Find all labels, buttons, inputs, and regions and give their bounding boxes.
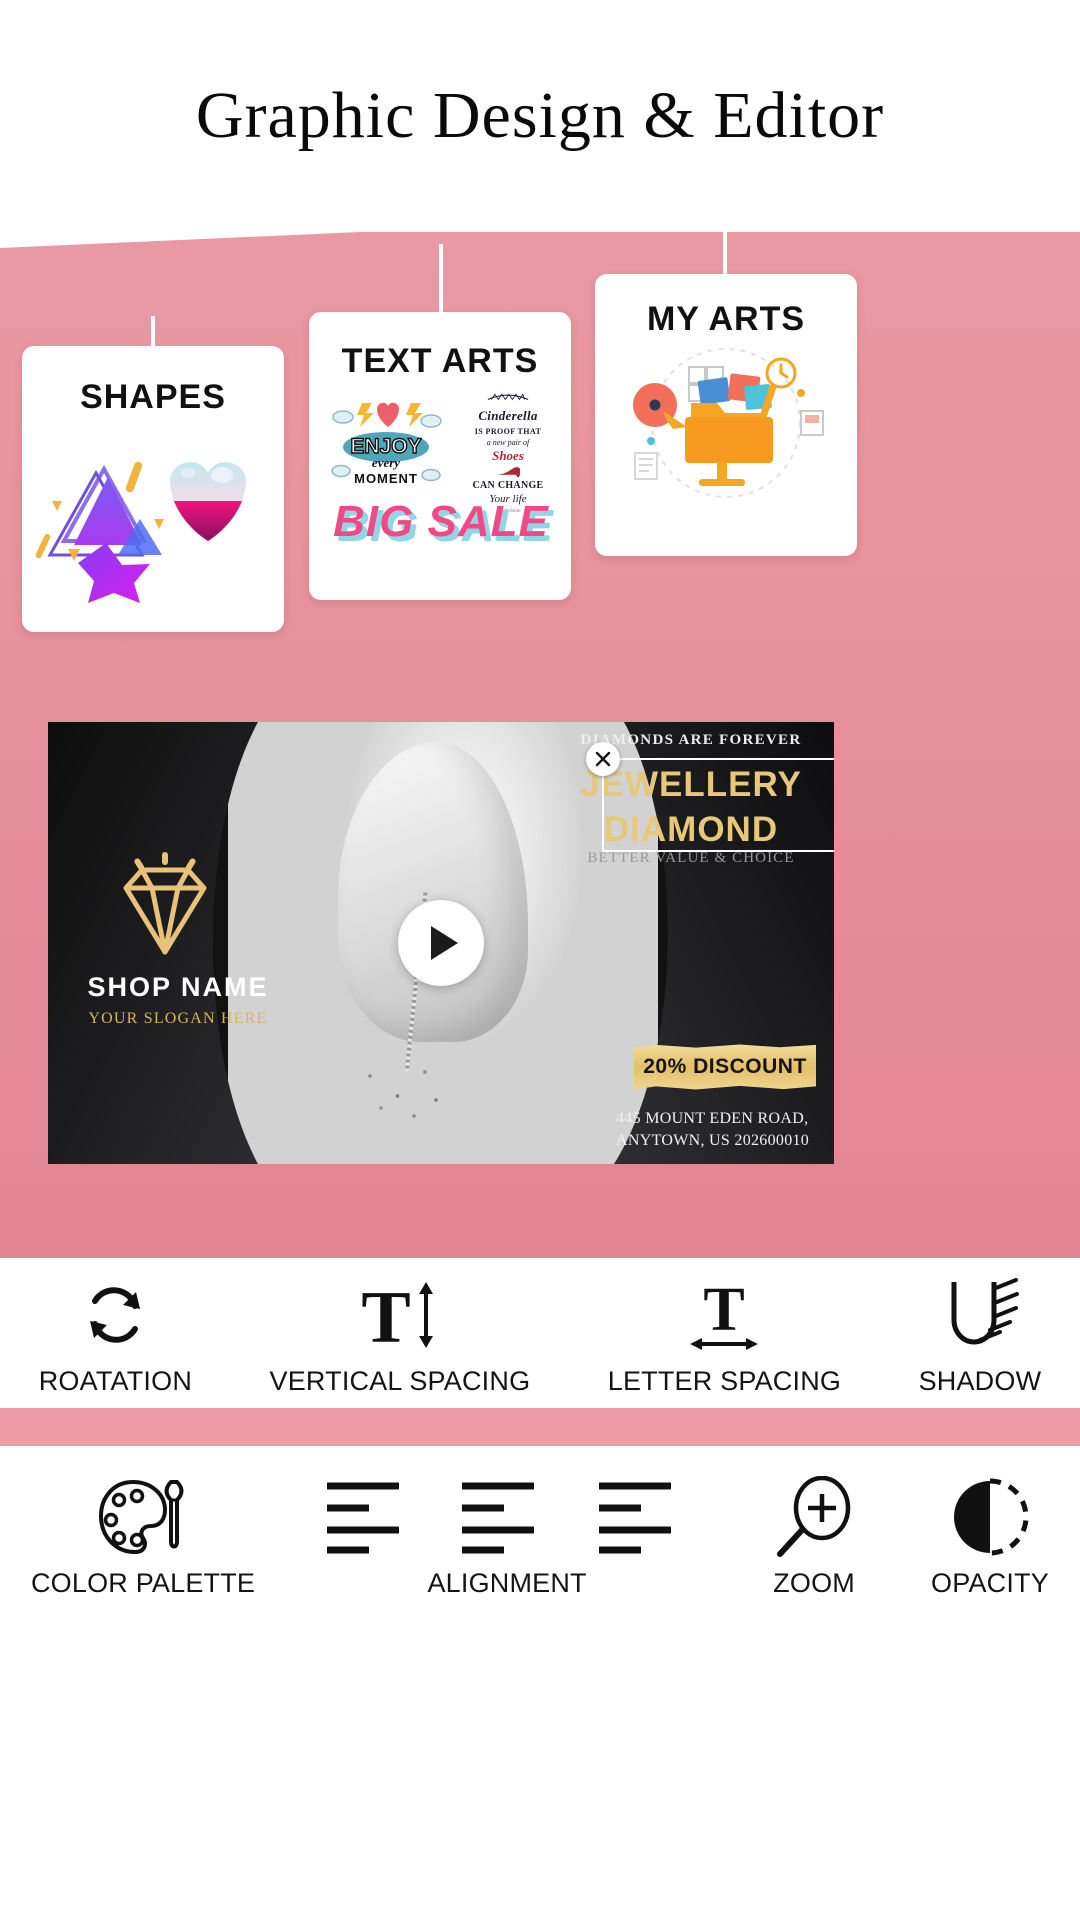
tool-letter-spacing[interactable]: T LETTER SPACING	[608, 1274, 841, 1397]
svg-text:T: T	[704, 1278, 745, 1344]
tool-alignment-label: ALIGNMENT	[427, 1568, 587, 1598]
alignment-icon	[317, 1476, 697, 1558]
letter-spacing-icon: T	[680, 1274, 768, 1356]
text-selection-box[interactable]	[602, 758, 834, 852]
card-string-shapes	[151, 316, 155, 346]
page-title: Graphic Design & Editor	[195, 79, 885, 152]
category-card-my-arts-label: MY ARTS	[646, 300, 806, 338]
ad-address: 445 MOUNT EDEN ROAD, ANYTOWN, US 2026000…	[616, 1108, 816, 1152]
svg-text:every: every	[372, 455, 400, 470]
close-icon[interactable]	[586, 742, 620, 776]
sample-big-sale: BIG SALE	[323, 493, 559, 551]
vertical-spacing-icon: T	[356, 1274, 444, 1356]
rotation-icon	[78, 1274, 152, 1356]
cinderella-line-3: a new pair of	[486, 438, 530, 447]
play-icon[interactable]	[398, 900, 484, 986]
big-sale-text: BIG SALE	[332, 496, 550, 548]
ad-discount-badge: 20% DISCOUNT	[634, 1044, 816, 1090]
zoom-in-icon	[774, 1476, 854, 1558]
cinderella-line-2: IS PROOF THAT	[474, 427, 542, 436]
play-triangle	[431, 926, 458, 960]
ad-address-line-2: ANYTOWN, US 202600010	[616, 1132, 810, 1149]
category-card-my-arts[interactable]: MY ARTS	[595, 274, 857, 556]
svg-text:T: T	[361, 1278, 410, 1352]
tool-rotation-label: ROATATION	[38, 1366, 193, 1396]
tool-opacity[interactable]: OPACITY	[931, 1476, 1049, 1599]
tool-opacity-label: OPACITY	[931, 1568, 1049, 1598]
tool-vertical-spacing-label: VERTICAL SPACING	[269, 1366, 531, 1396]
category-card-text-arts[interactable]: TEXT ARTS ENJOY every MOMENT Cinderella …	[309, 312, 571, 600]
sample-cinderella-quote: Cinderella IS PROOF THAT a new pair of S…	[455, 389, 561, 514]
ad-shop-slogan: YOUR SLOGAN HERE	[88, 1010, 268, 1027]
shadow-icon	[938, 1274, 1022, 1356]
chain-detail	[348, 1052, 458, 1132]
cinderella-line-1: Cinderella	[478, 408, 538, 423]
cinderella-line-4: Shoes	[492, 448, 524, 463]
toolbar-divider	[0, 1408, 1080, 1446]
svg-text:MOMENT: MOMENT	[354, 471, 418, 486]
tool-zoom-label: ZOOM	[773, 1568, 855, 1598]
category-card-shapes-label: SHAPES	[80, 378, 226, 416]
tool-vertical-spacing[interactable]: T VERTICAL SPACING	[270, 1274, 531, 1397]
tool-color-palette-label: COLOR PALETTE	[30, 1568, 256, 1598]
category-card-shapes[interactable]: SHAPES	[22, 346, 284, 632]
cinderella-line-5: CAN CHANGE	[472, 480, 544, 491]
tool-rotation[interactable]: ROATATION	[39, 1274, 192, 1397]
diamond-icon	[100, 852, 230, 969]
ad-shop-name: SHOP NAME	[87, 972, 269, 1002]
tool-shadow-label: SHADOW	[918, 1366, 1042, 1396]
color-palette-icon	[97, 1476, 189, 1558]
tool-color-palette[interactable]: COLOR PALETTE	[31, 1476, 255, 1599]
opacity-icon	[951, 1476, 1029, 1558]
card-string-text-arts	[439, 244, 443, 312]
tool-shadow[interactable]: SHADOW	[919, 1274, 1042, 1397]
my-arts-folder-icon	[595, 339, 857, 556]
app-header: Graphic Design & Editor	[0, 0, 1080, 232]
tool-alignment[interactable]: ALIGNMENT	[317, 1476, 697, 1599]
sample-enjoy-every-moment: ENJOY every MOMENT	[327, 395, 445, 491]
design-preview-canvas[interactable]: SHOP NAME YOUR SLOGAN HERE DIAMONDS ARE …	[48, 722, 834, 1164]
tool-zoom[interactable]: ZOOM	[759, 1476, 869, 1599]
style-tools-toolbar: COLOR PALETTE ALIGNMENT ZOOM OPACITY	[0, 1446, 1080, 1920]
shapes-icon	[22, 417, 284, 632]
ad-address-line-1: 445 MOUNT EDEN ROAD,	[616, 1110, 809, 1127]
category-card-text-arts-label: TEXT ARTS	[341, 342, 539, 380]
text-tools-toolbar: ROATATION T VERTICAL SPACING T LETTER SP…	[0, 1258, 1080, 1408]
tool-letter-spacing-label: LETTER SPACING	[607, 1366, 842, 1396]
text-arts-icon: ENJOY every MOMENT Cinderella IS PROOF T…	[309, 381, 571, 600]
ad-tagline-sub: BETTER VALUE & CHOICE	[587, 850, 795, 866]
